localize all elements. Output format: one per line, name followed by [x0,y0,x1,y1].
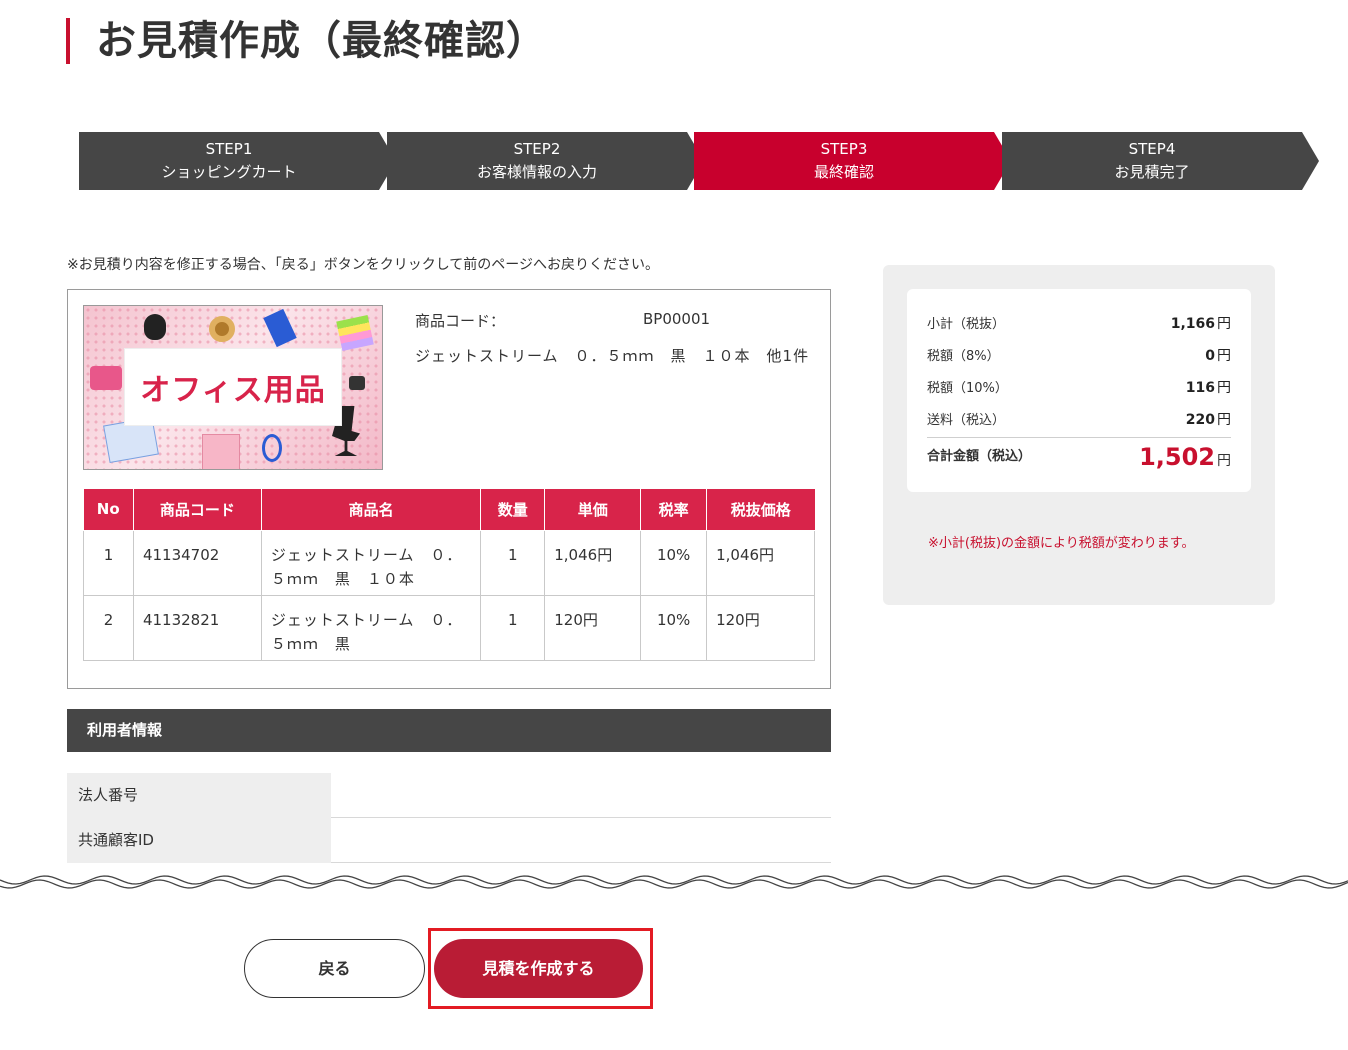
summary-panel: 小計（税抜） 1,166 円 税額（8%） 0円 税額（10%） 116 円 送料（… [883,265,1275,605]
step-number: STEP1 [205,140,253,158]
step-label: お見積完了 [1114,163,1190,181]
summary-divider [927,437,1231,438]
table-header-row: No 商品コード 商品名 数量 単価 税率 税抜価格 [83,489,815,531]
summary-label: 税額（10%） [927,381,1008,396]
summary-value: 116 円 [1185,380,1231,396]
user-info-section: 利用者情報 法人番号 共通顧客ID [67,709,831,863]
col-header-no: No [83,489,134,531]
table-row: 2 41132821 ジェットストリーム ０．５ｍｍ 黒 1 120円 10% … [83,594,815,661]
summary-row-tax-10: 税額（10%） 116 円 [927,371,1231,403]
summary-label: 送料（税込） [927,413,1006,428]
summary-value: 1,166 円 [1170,316,1231,332]
col-header-unit-price: 単価 [544,489,642,531]
summary-label: 税額（8%） [927,349,1000,364]
tape-dispenser-icon [90,366,122,390]
page-break-wave [0,875,1348,889]
tape-icon [209,316,235,342]
user-info-row-corporate-number: 法人番号 [67,773,831,818]
total-value: 1,502 円 [1139,443,1231,471]
cell-tax-rate: 10% [640,594,708,661]
product-code-value: BP00001 [643,310,711,328]
step-label: ショッピングカート [161,163,297,181]
product-code-label: 商品コード： [415,312,506,330]
step-number: STEP4 [1128,140,1176,158]
summary-card: 小計（税抜） 1,166 円 税額（8%） 0円 税額（10%） 116 円 送料（… [907,289,1251,492]
user-info-header: 利用者情報 [67,709,831,752]
create-estimate-button[interactable]: 見積を作成する [434,939,643,998]
tax-note: ※小計(税抜)の金額により税額が変わります。 [928,536,1195,551]
step-progress: STEP1 ショッピングカート STEP2 お客様情報の入力 STEP3 最終確… [79,132,1319,190]
step-3-current: STEP3 最終確認 [694,132,1011,190]
cell-unit-price: 1,046円 [544,529,642,596]
user-info-label: 法人番号 [67,773,331,818]
summary-label: 小計（税抜） [927,317,1006,332]
summary-row-tax-8: 税額（8%） 0円 [927,339,1231,371]
step-label: お客様情報の入力 [476,163,597,181]
page-title: お見積作成（最終確認） [66,18,547,64]
step-number: STEP3 [820,140,868,158]
step-4: STEP4 お見積完了 [1002,132,1319,190]
col-header-code: 商品コード [132,489,262,531]
cell-code: 41134702 [132,529,262,596]
user-info-row-customer-id: 共通顧客ID [67,818,831,863]
product-image-banner: オフィス用品 [124,348,342,426]
edit-note: ※お見積り内容を修正する場合、「戻る」ボタンをクリックして前のページへお戻りくだ… [67,257,660,273]
product-box: オフィス用品 商品コード： BP00001 ジェットストリーム ０．５ｍｍ 黒 … [67,289,831,689]
cell-name: ジェットストリーム ０．５ｍｍ 黒 １０本 [260,529,482,596]
mouse-icon [144,314,166,340]
cell-no: 2 [83,594,134,661]
step-2: STEP2 お客様情報の入力 [387,132,704,190]
total-label: 合計金額（税込） [927,449,1032,464]
back-button[interactable]: 戻る [244,939,425,998]
step-number: STEP2 [513,140,561,158]
cell-price: 120円 [706,594,815,661]
col-header-price: 税抜価格 [706,489,815,531]
cell-tax-rate: 10% [640,529,708,596]
cell-code: 41132821 [132,594,262,661]
cell-price: 1,046円 [706,529,815,596]
step-1: STEP1 ショッピングカート [79,132,396,190]
items-table: No 商品コード 商品名 数量 単価 税率 税抜価格 1 41134702 ジェ… [83,489,815,661]
summary-row-shipping: 送料（税込） 220 円 [927,403,1231,435]
summary-value: 0円 [1205,348,1231,364]
product-image: オフィス用品 [83,305,383,470]
cell-unit-price: 120円 [544,594,642,661]
product-image-text: オフィス用品 [140,373,326,408]
cell-name: ジェットストリーム ０．５ｍｍ 黒 [260,594,482,661]
table-row: 1 41134702 ジェットストリーム ０．５ｍｍ 黒 １０本 1 1,046… [83,529,815,596]
binder-clip-icon [349,376,365,390]
col-header-name: 商品名 [260,489,482,531]
summary-value: 220 円 [1185,412,1231,428]
col-header-qty: 数量 [480,489,546,531]
cell-no: 1 [83,529,134,596]
cell-qty: 1 [480,594,546,661]
product-name: ジェットストリーム ０．５ｍｍ 黒 １０本 他1件 [415,347,810,365]
col-header-tax-rate: 税率 [640,489,708,531]
summary-total: 合計金額（税込） 1,502 円 [927,441,1231,481]
user-info-label: 共通顧客ID [67,818,331,863]
summary-row-subtotal: 小計（税抜） 1,166 円 [927,307,1231,339]
notebook-icon [202,434,240,469]
scissors-icon [262,434,282,462]
step-label: 最終確認 [813,163,874,181]
cell-qty: 1 [480,529,546,596]
